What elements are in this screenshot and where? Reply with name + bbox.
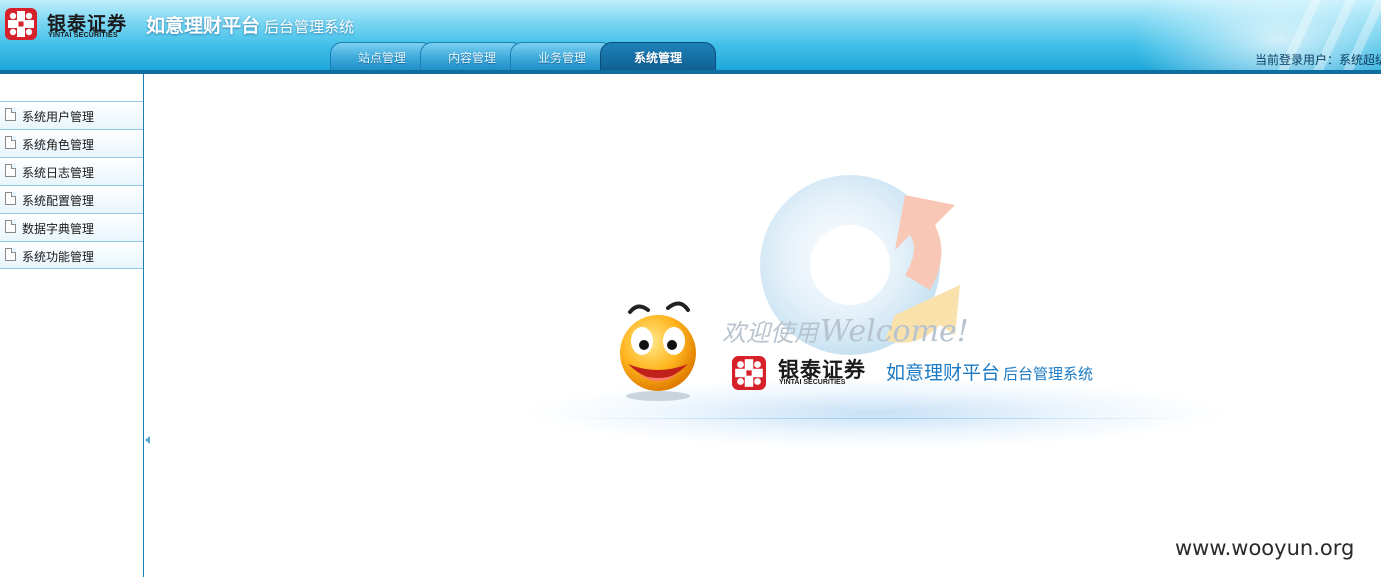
yintai-logo-icon	[5, 8, 37, 40]
document-icon	[5, 136, 16, 149]
sidebar-item-label: 系统角色管理	[22, 138, 95, 152]
welcome-title-main: 如意理财平台	[886, 362, 1001, 384]
brand-logo: 银泰证券 YINTAI SECURITIES	[5, 6, 133, 40]
welcome-divider	[560, 418, 1200, 419]
sidebar: 系统用户管理 系统角色管理 系统日志管理 系统配置管理 数据字典管理 系统功能管…	[0, 74, 144, 577]
top-header: 银泰证券 YINTAI SECURITIES 如意理财平台 后台管理系统 站点管理…	[0, 0, 1381, 74]
tab-system-management[interactable]: 系统管理	[600, 42, 716, 71]
watermark-text: www.wooyun.org	[1175, 536, 1355, 560]
welcome-logo-english-name: YINTAI SECURITIES	[779, 379, 846, 386]
welcome-greeting-en: Welcome!	[820, 314, 969, 349]
document-icon	[5, 108, 16, 121]
document-icon	[5, 248, 16, 261]
logo-english-name: YINTAI SECURITIES	[48, 32, 118, 39]
welcome-brand-logo: 银泰证券 YINTAI SECURITIES	[732, 354, 872, 392]
app-title-main: 如意理财平台	[146, 15, 261, 37]
sidebar-item-log-management[interactable]: 系统日志管理	[0, 157, 143, 185]
app-title-sub: 后台管理系统	[264, 18, 355, 36]
sidebar-item-label: 数据字典管理	[22, 222, 95, 236]
sidebar-item-dictionary-management[interactable]: 数据字典管理	[0, 213, 143, 241]
sidebar-item-label: 系统功能管理	[22, 250, 95, 264]
tab-site-management[interactable]: 站点管理	[330, 42, 434, 71]
yintai-logo-icon	[732, 356, 766, 390]
current-user-info: 当前登录用户：系统超级	[1255, 53, 1381, 67]
sidebar-menu: 系统用户管理 系统角色管理 系统日志管理 系统配置管理 数据字典管理 系统功能管…	[0, 101, 143, 269]
sidebar-item-user-management[interactable]: 系统用户管理	[0, 101, 143, 129]
sidebar-item-function-management[interactable]: 系统功能管理	[0, 241, 143, 269]
sidebar-collapse-arrow-icon[interactable]	[145, 436, 150, 444]
smiley-face-icon	[620, 301, 696, 401]
sidebar-item-config-management[interactable]: 系统配置管理	[0, 185, 143, 213]
sidebar-item-label: 系统用户管理	[22, 110, 95, 124]
document-icon	[5, 192, 16, 205]
welcome-app-title: 如意理财平台 后台管理系统	[886, 358, 1093, 385]
tab-content-management[interactable]: 内容管理	[420, 42, 524, 71]
sidebar-item-role-management[interactable]: 系统角色管理	[0, 129, 143, 157]
document-icon	[5, 220, 16, 233]
tab-business-management[interactable]: 业务管理	[510, 42, 614, 71]
app-title: 如意理财平台 后台管理系统	[146, 11, 354, 38]
welcome-greeting-cn: 欢迎使用	[722, 319, 818, 347]
welcome-greeting: 欢迎使用Welcome!	[722, 313, 969, 349]
sidebar-item-label: 系统日志管理	[22, 166, 95, 180]
sidebar-item-label: 系统配置管理	[22, 194, 95, 208]
document-icon	[5, 164, 16, 177]
welcome-title-sub: 后台管理系统	[1003, 365, 1094, 383]
